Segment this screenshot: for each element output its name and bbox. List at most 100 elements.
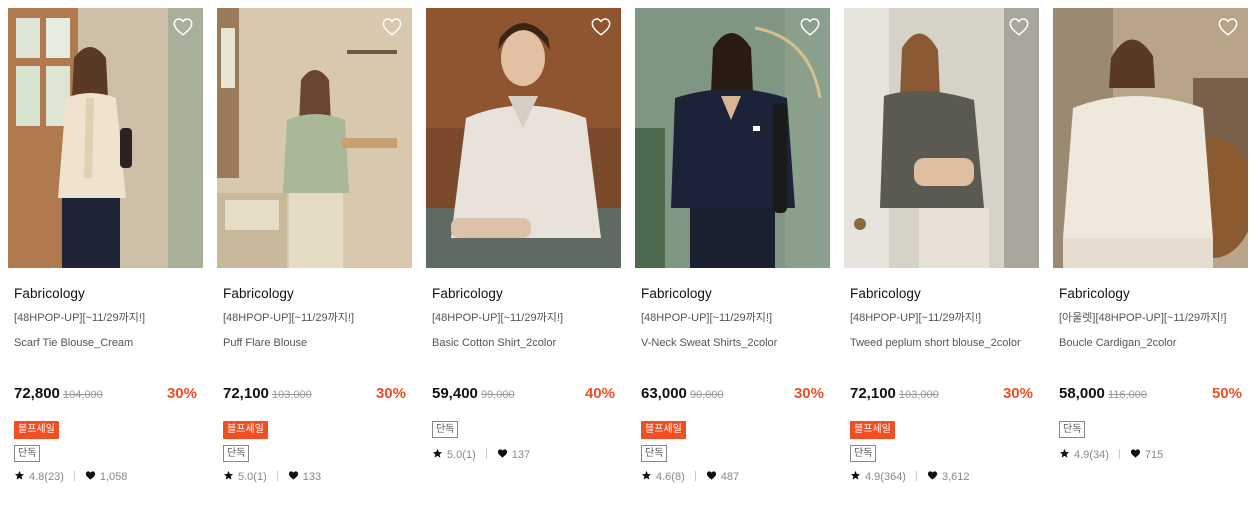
exclusive-badge: 단독: [223, 445, 250, 462]
rating: 5.0(1): [238, 471, 267, 483]
promo-tag[interactable]: [48HPOP-UP][~11/29까지!]: [850, 311, 1033, 325]
review-stats: 4.6(8) 487: [641, 470, 739, 484]
review-stats: 4.9(34) 715: [1059, 448, 1163, 462]
rating: 5.0(1): [447, 449, 476, 461]
original-price: 99,000: [481, 389, 515, 401]
badges: 블프세일 단독: [641, 419, 686, 462]
product-card[interactable]: Fabricology [48HPOP-UP][~11/29까지!] Tweed…: [844, 8, 1039, 483]
product-card[interactable]: Fabricology [48HPOP-UP][~11/29까지!] Scarf…: [8, 8, 203, 483]
exclusive-badge: 단독: [850, 445, 877, 462]
heart-filled-icon: [288, 471, 298, 480]
brand-name[interactable]: Fabricology: [432, 285, 615, 303]
discount-rate: 50%: [1211, 385, 1242, 402]
product-image[interactable]: [844, 8, 1039, 268]
discount-rate: 30%: [1002, 385, 1033, 402]
rating: 4.9(34): [1074, 449, 1109, 461]
sale-badge: 블프세일: [223, 421, 268, 439]
wishlist-heart-icon[interactable]: [381, 16, 403, 38]
product-name[interactable]: Puff Flare Blouse: [223, 335, 406, 369]
original-price: 116,000: [1108, 389, 1147, 401]
sale-price: 58,000: [1059, 385, 1105, 402]
product-name[interactable]: V-Neck Sweat Shirts_2color: [641, 335, 824, 369]
promo-tag[interactable]: [48HPOP-UP][~11/29까지!]: [432, 311, 615, 325]
badges: 블프세일 단독: [850, 419, 895, 462]
brand-name[interactable]: Fabricology: [641, 285, 824, 303]
heart-filled-icon: [1130, 449, 1140, 458]
promo-tag[interactable]: [48HPOP-UP][~11/29까지!]: [223, 311, 406, 325]
discount-rate: 30%: [166, 385, 197, 402]
discount-rate: 30%: [375, 385, 406, 402]
like-count: 1,058: [99, 471, 128, 483]
brand-name[interactable]: Fabricology: [14, 285, 197, 303]
promo-tag[interactable]: [48HPOP-UP][~11/29까지!]: [641, 311, 824, 325]
divider: [276, 471, 278, 481]
product-card[interactable]: Fabricology [아울렛][48HPOP-UP][~11/29까지!] …: [1053, 8, 1248, 461]
sale-price: 59,400: [432, 385, 478, 402]
product-name[interactable]: Tweed peplum short blouse_2color: [850, 335, 1033, 369]
sale-badge: 블프세일: [850, 421, 895, 439]
wishlist-heart-icon[interactable]: [172, 16, 194, 38]
review-stats: 4.8(23) 1,058: [14, 470, 127, 484]
heart-filled-icon: [497, 449, 507, 458]
divider: [73, 471, 75, 481]
price-row: 72,100 103,000 30%: [223, 385, 406, 405]
brand-name[interactable]: Fabricology: [1059, 285, 1242, 303]
rating: 4.9(364): [865, 471, 906, 483]
price-row: 59,400 99,000 40%: [432, 385, 615, 405]
heart-filled-icon: [706, 471, 716, 480]
product-name[interactable]: Basic Cotton Shirt_2color: [432, 335, 615, 369]
product-image[interactable]: [8, 8, 203, 268]
sale-badge: 블프세일: [641, 421, 686, 439]
discount-rate: 40%: [584, 385, 615, 402]
price-row: 72,100 103,000 30%: [850, 385, 1033, 405]
exclusive-badge: 단독: [14, 445, 41, 462]
sale-price: 63,000: [641, 385, 687, 402]
like-count: 715: [1144, 449, 1164, 461]
discount-rate: 30%: [793, 385, 824, 402]
divider: [485, 449, 487, 459]
wishlist-heart-icon[interactable]: [590, 16, 612, 38]
product-card[interactable]: Fabricology [48HPOP-UP][~11/29까지!] V-Nec…: [635, 8, 830, 483]
exclusive-badge: 단독: [432, 421, 459, 438]
review-stats: 5.0(1) 137: [432, 448, 530, 462]
brand-name[interactable]: Fabricology: [850, 285, 1033, 303]
original-price: 104,000: [63, 389, 103, 401]
product-image[interactable]: [426, 8, 621, 268]
sale-badge: 블프세일: [14, 421, 59, 439]
product-image[interactable]: [635, 8, 830, 268]
badges: 블프세일 단독: [14, 419, 59, 462]
promo-tag[interactable]: [아울렛][48HPOP-UP][~11/29까지!]: [1059, 311, 1242, 325]
promo-tag[interactable]: [48HPOP-UP][~11/29까지!]: [14, 311, 197, 325]
product-image[interactable]: [217, 8, 412, 268]
rating: 4.8(23): [29, 471, 64, 483]
badges: 블프세일 단독: [223, 419, 268, 462]
product-image[interactable]: [1053, 8, 1248, 268]
product-card[interactable]: Fabricology [48HPOP-UP][~11/29까지!] Basic…: [426, 8, 621, 461]
review-stats: 4.9(364) 3,612: [850, 470, 970, 484]
divider: [1118, 449, 1120, 459]
badges: 단독: [1059, 419, 1086, 438]
sale-price: 72,800: [14, 385, 60, 402]
wishlist-heart-icon[interactable]: [799, 16, 821, 38]
brand-name[interactable]: Fabricology: [223, 285, 406, 303]
star-icon: [14, 470, 25, 480]
star-icon: [1059, 448, 1070, 458]
heart-filled-icon: [927, 471, 938, 480]
original-price: 90,000: [690, 389, 724, 401]
sale-price: 72,100: [223, 385, 269, 402]
price-row: 72,800 104,000 30%: [14, 385, 197, 405]
wishlist-heart-icon[interactable]: [1217, 16, 1239, 38]
star-icon: [223, 470, 234, 480]
like-count: 487: [720, 471, 740, 483]
product-name[interactable]: Scarf Tie Blouse_Cream: [14, 335, 197, 369]
like-count: 3,612: [941, 471, 970, 483]
like-count: 133: [302, 471, 322, 483]
review-stats: 5.0(1) 133: [223, 470, 321, 484]
original-price: 103,000: [272, 389, 312, 401]
exclusive-badge: 단독: [1059, 421, 1086, 438]
product-card[interactable]: Fabricology [48HPOP-UP][~11/29까지!] Puff …: [217, 8, 412, 483]
exclusive-badge: 단독: [641, 445, 668, 462]
product-name[interactable]: Boucle Cardigan_2color: [1059, 335, 1242, 369]
price-row: 58,000 116,000 50%: [1059, 385, 1242, 405]
wishlist-heart-icon[interactable]: [1008, 16, 1030, 38]
